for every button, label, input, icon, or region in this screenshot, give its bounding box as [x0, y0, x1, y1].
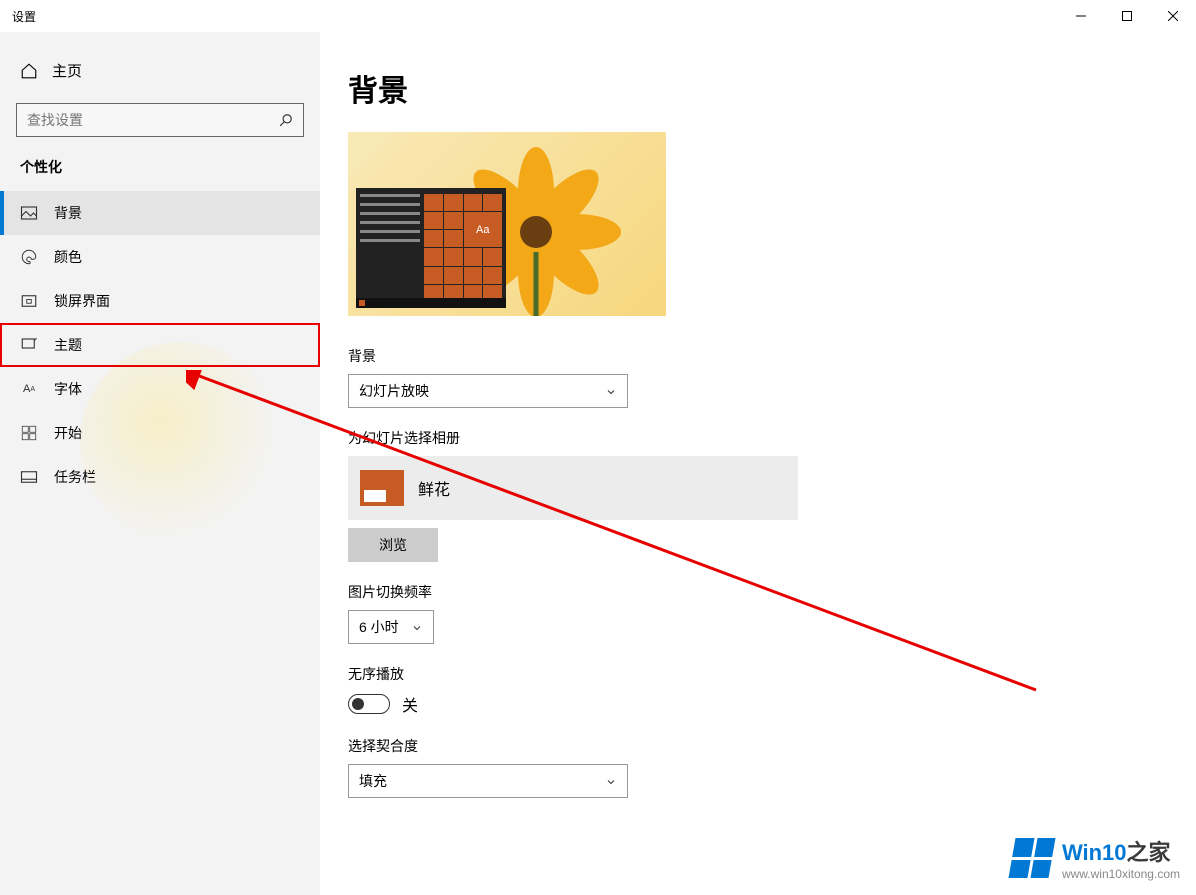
window-title: 设置 [12, 8, 36, 25]
start-icon [20, 424, 38, 442]
sidebar-item-label: 字体 [54, 379, 82, 399]
sidebar-item-theme[interactable]: 主题 [0, 323, 320, 367]
background-mode-dropdown[interactable]: 幻灯片放映 [348, 374, 628, 408]
sidebar-item-label: 开始 [54, 423, 82, 443]
watermark-url: www.win10xitong.com [1062, 867, 1180, 881]
sidebar-item-label: 锁屏界面 [54, 291, 110, 311]
home-button[interactable]: 主页 [0, 52, 320, 89]
sidebar-item-start[interactable]: 开始 [0, 411, 320, 455]
background-mode-label: 背景 [348, 346, 1196, 366]
dropdown-value: 6 小时 [359, 617, 399, 637]
taskbar-icon [20, 468, 38, 486]
shuffle-state: 关 [402, 692, 418, 716]
dropdown-value: 填充 [359, 771, 387, 791]
fit-label: 选择契合度 [348, 736, 1196, 756]
sidebar-item-color[interactable]: 颜色 [0, 235, 320, 279]
sidebar-item-label: 背景 [54, 203, 82, 223]
search-field[interactable] [27, 112, 267, 128]
lock-icon [20, 292, 38, 310]
desktop-preview: Aa [348, 132, 666, 316]
chevron-down-icon [605, 775, 617, 787]
category-title: 个性化 [0, 157, 320, 191]
sidebar-item-lockscreen[interactable]: 锁屏界面 [0, 279, 320, 323]
watermark-brand-a: Win10 [1062, 840, 1127, 865]
shuffle-toggle[interactable] [348, 694, 390, 714]
shuffle-label: 无序播放 [348, 664, 1196, 684]
sidebar-item-label: 颜色 [54, 247, 82, 267]
chevron-down-icon [411, 621, 423, 633]
watermark-brand-b: 之家 [1127, 840, 1171, 865]
interval-label: 图片切换频率 [348, 582, 1196, 602]
maximize-button[interactable] [1104, 0, 1150, 32]
sidebar-item-label: 主题 [54, 335, 82, 355]
sidebar-item-label: 任务栏 [54, 467, 96, 487]
album-thumbnail [360, 470, 404, 506]
titlebar: 设置 [0, 0, 1196, 32]
image-icon [20, 204, 38, 222]
interval-dropdown[interactable]: 6 小时 [348, 610, 434, 644]
chevron-down-icon [605, 385, 617, 397]
sidebar: 主页 个性化 背景 颜色 锁屏界面 主题 [0, 32, 320, 895]
fit-dropdown[interactable]: 填充 [348, 764, 628, 798]
dropdown-value: 幻灯片放映 [359, 381, 429, 401]
home-label: 主页 [52, 60, 82, 81]
sidebar-item-background[interactable]: 背景 [0, 191, 320, 235]
preview-sample-text: Aa [464, 212, 503, 247]
search-icon [279, 113, 293, 127]
minimize-button[interactable] [1058, 0, 1104, 32]
windows-logo-icon [1008, 838, 1055, 878]
browse-button[interactable]: 浏览 [348, 528, 438, 562]
sidebar-item-font[interactable]: AA 字体 [0, 367, 320, 411]
album-name: 鲜花 [418, 476, 450, 500]
album-row[interactable]: 鲜花 [348, 456, 798, 520]
palette-icon [20, 248, 38, 266]
page-title: 背景 [348, 66, 1196, 110]
content-area: 背景 [320, 32, 1196, 895]
close-button[interactable] [1150, 0, 1196, 32]
font-icon: AA [20, 380, 38, 398]
sidebar-item-taskbar[interactable]: 任务栏 [0, 455, 320, 499]
album-label: 为幻灯片选择相册 [348, 428, 1196, 448]
home-icon [20, 62, 38, 80]
search-input[interactable] [16, 103, 304, 137]
watermark: Win10之家 www.win10xitong.com [1012, 835, 1180, 881]
brush-icon [20, 336, 38, 354]
